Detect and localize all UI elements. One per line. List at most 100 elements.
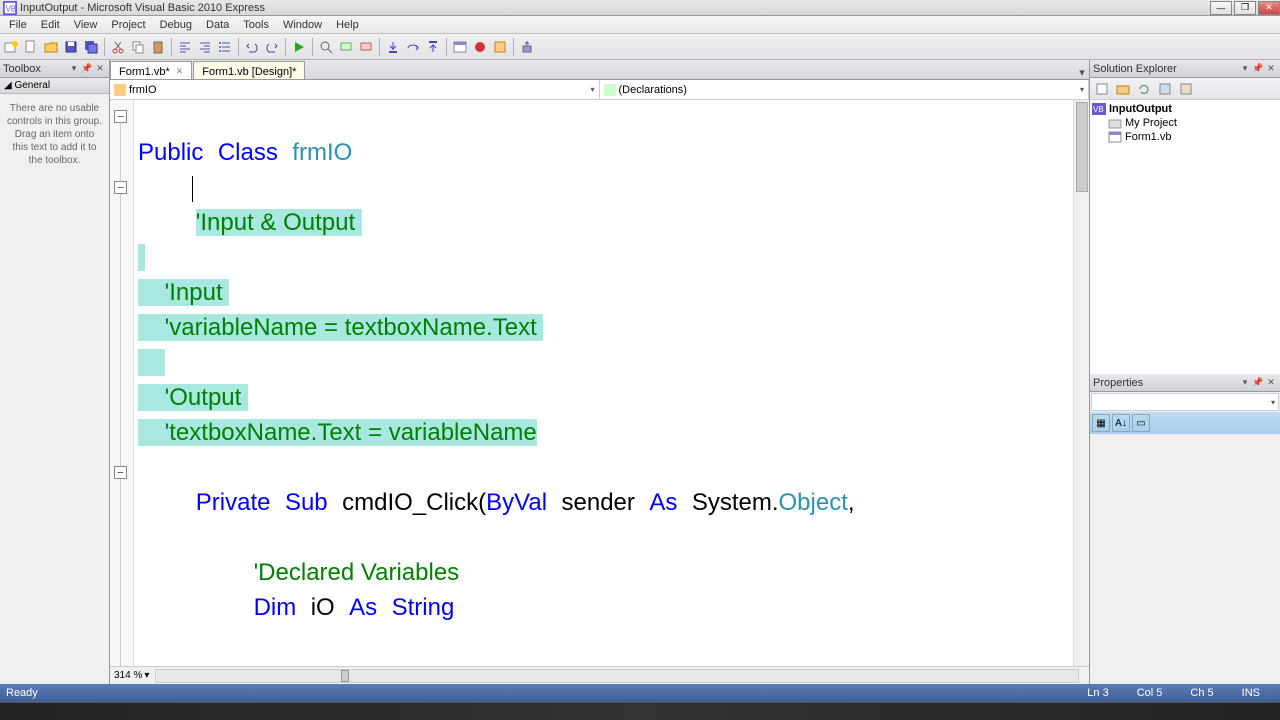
folder-icon <box>1108 117 1122 129</box>
solution-explorer-header: Solution Explorer ▾ 📌 ✕ <box>1090 60 1280 78</box>
undo-button[interactable] <box>243 38 261 56</box>
properties-button[interactable] <box>1092 80 1112 98</box>
close-icon[interactable]: ✕ <box>1265 63 1277 75</box>
scroll-thumb[interactable] <box>341 670 349 682</box>
close-button[interactable]: ✕ <box>1258 1 1280 15</box>
fold-toggle[interactable]: − <box>114 110 127 123</box>
copy-button[interactable] <box>129 38 147 56</box>
maximize-button[interactable]: ❐ <box>1234 1 1256 15</box>
pin-icon[interactable]: 📌 <box>81 63 93 75</box>
minimize-button[interactable]: — <box>1210 1 1232 15</box>
view-code-button[interactable] <box>1155 80 1175 98</box>
close-icon[interactable]: ✕ <box>176 66 184 77</box>
property-pages-button[interactable]: ▭ <box>1132 414 1150 432</box>
menu-tools[interactable]: Tools <box>236 18 276 32</box>
properties-panel: Properties ▾ 📌 ✕ ▾ ▦ A↓ ▭ <box>1090 374 1280 684</box>
main-area: Toolbox ▾ 📌 ✕ ◢ General There are no usa… <box>0 60 1280 684</box>
properties-grid[interactable] <box>1090 434 1280 684</box>
menu-file[interactable]: File <box>2 18 34 32</box>
show-all-button[interactable] <box>1113 80 1133 98</box>
immediate-window-button[interactable] <box>451 38 469 56</box>
horizontal-scrollbar[interactable] <box>155 669 1079 683</box>
view-designer-button[interactable] <box>1176 80 1196 98</box>
document-tabs: Form1.vb*✕ Form1.vb [Design]* ▾ <box>110 60 1089 80</box>
menu-edit[interactable]: Edit <box>34 18 67 32</box>
toolbox-hint: There are no usable controls in this gro… <box>0 94 109 175</box>
refresh-button[interactable] <box>1134 80 1154 98</box>
class-dropdown[interactable]: frmIO▾ <box>110 80 600 99</box>
categorized-button[interactable]: ▦ <box>1092 414 1110 432</box>
vb-project-icon: VB <box>1092 103 1106 115</box>
status-line: Ln 3 <box>1073 687 1122 699</box>
start-debug-button[interactable] <box>290 38 308 56</box>
toolbox-group-general[interactable]: ◢ General <box>0 78 109 94</box>
code-editor[interactable]: − − − Public Class frmIO 'Input & Output… <box>110 100 1089 666</box>
dropdown-icon[interactable]: ▾ <box>1239 63 1251 75</box>
toolbar <box>0 34 1280 60</box>
menu-view[interactable]: View <box>67 18 105 32</box>
add-item-button[interactable] <box>22 38 40 56</box>
tabs-dropdown-icon[interactable]: ▾ <box>1075 66 1089 79</box>
open-button[interactable] <box>42 38 60 56</box>
step-out-button[interactable] <box>424 38 442 56</box>
scroll-thumb[interactable] <box>1076 102 1088 192</box>
right-panels: Solution Explorer ▾ 📌 ✕ VB InputOutput <box>1089 60 1280 684</box>
step-over-button[interactable] <box>404 38 422 56</box>
align-left-button[interactable] <box>176 38 194 56</box>
os-taskbar[interactable] <box>0 702 1280 720</box>
list-button[interactable] <box>216 38 234 56</box>
close-icon[interactable]: ✕ <box>1265 377 1277 389</box>
alphabetical-button[interactable]: A↓ <box>1112 414 1130 432</box>
pin-icon[interactable]: 📌 <box>1252 63 1264 75</box>
code-content[interactable]: Public Class frmIO 'Input & Output 'Inpu… <box>134 100 1089 666</box>
redo-button[interactable] <box>263 38 281 56</box>
zoom-level[interactable]: 314 % <box>114 670 142 681</box>
app-icon: VB <box>3 1 17 15</box>
cut-button[interactable] <box>109 38 127 56</box>
fold-toggle[interactable]: − <box>114 181 127 194</box>
close-icon[interactable]: ✕ <box>94 63 106 75</box>
step-into-button[interactable] <box>384 38 402 56</box>
new-project-button[interactable] <box>2 38 20 56</box>
text-caret <box>192 176 193 202</box>
editor-area: Form1.vb*✕ Form1.vb [Design]* ▾ frmIO▾ (… <box>110 60 1089 684</box>
save-all-button[interactable] <box>82 38 100 56</box>
comment-button[interactable] <box>337 38 355 56</box>
nav-dropdowns: frmIO▾ (Declarations)▾ <box>110 80 1089 100</box>
uncomment-button[interactable] <box>357 38 375 56</box>
align-right-button[interactable] <box>196 38 214 56</box>
publish-button[interactable] <box>518 38 536 56</box>
dropdown-icon[interactable]: ▾ <box>1239 377 1251 389</box>
tab-form1-design[interactable]: Form1.vb [Design]* <box>193 61 305 79</box>
tree-project-root[interactable]: VB InputOutput <box>1092 102 1278 116</box>
tab-form1-vb[interactable]: Form1.vb*✕ <box>110 61 192 79</box>
pin-icon[interactable]: 📌 <box>1252 377 1264 389</box>
fold-toggle[interactable]: − <box>114 466 127 479</box>
status-col: Col 5 <box>1123 687 1177 699</box>
menu-window[interactable]: Window <box>276 18 329 32</box>
toolbox-title: Toolbox <box>3 63 41 75</box>
find-button[interactable] <box>317 38 335 56</box>
menu-help[interactable]: Help <box>329 18 366 32</box>
paste-button[interactable] <box>149 38 167 56</box>
svg-text:VB: VB <box>1093 105 1104 114</box>
extensions-button[interactable] <box>491 38 509 56</box>
breakpoint-button[interactable] <box>471 38 489 56</box>
member-dropdown[interactable]: (Declarations)▾ <box>600 80 1090 99</box>
save-button[interactable] <box>62 38 80 56</box>
editor-footer: 314 %▾ <box>110 666 1089 684</box>
toolbox-header: Toolbox ▾ 📌 ✕ <box>0 60 109 78</box>
tree-my-project[interactable]: My Project <box>1092 116 1278 130</box>
properties-header: Properties ▾ 📌 ✕ <box>1090 374 1280 392</box>
gutter: − − − <box>110 100 134 666</box>
menubar: File Edit View Project Debug Data Tools … <box>0 16 1280 34</box>
menu-project[interactable]: Project <box>104 18 152 32</box>
declarations-icon <box>604 84 616 96</box>
dropdown-icon[interactable]: ▾ <box>68 63 80 75</box>
solution-tree[interactable]: VB InputOutput My Project Form1.vb <box>1090 100 1280 374</box>
properties-object-dropdown[interactable]: ▾ <box>1091 393 1279 411</box>
menu-debug[interactable]: Debug <box>153 18 199 32</box>
tree-form1-vb[interactable]: Form1.vb <box>1092 130 1278 144</box>
vertical-scrollbar[interactable] <box>1073 100 1089 666</box>
menu-data[interactable]: Data <box>199 18 236 32</box>
